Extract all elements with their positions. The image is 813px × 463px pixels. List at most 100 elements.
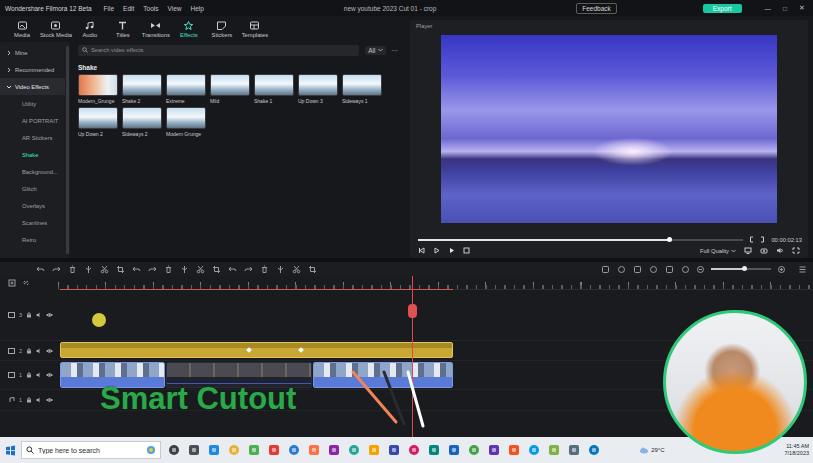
taskbar-app-icon[interactable] bbox=[488, 444, 500, 456]
effect-card[interactable]: Shake 2 bbox=[122, 74, 162, 104]
reverse-icon[interactable] bbox=[148, 265, 157, 274]
effect-card[interactable]: Sideways 2 bbox=[122, 107, 162, 137]
snap-icon[interactable] bbox=[665, 265, 674, 274]
redo-icon[interactable] bbox=[52, 265, 61, 274]
zoom-out-icon[interactable] bbox=[697, 266, 704, 273]
sidebar-item[interactable]: Mine bbox=[0, 44, 65, 61]
silence-icon[interactable] bbox=[292, 265, 301, 274]
motion-icon[interactable] bbox=[244, 265, 253, 274]
audio-toggle-icon[interactable] bbox=[36, 312, 42, 318]
taskbar-app-icon[interactable] bbox=[288, 444, 300, 456]
menu-item[interactable]: File bbox=[104, 5, 114, 12]
eye-icon[interactable] bbox=[46, 372, 53, 378]
fullscreen-icon[interactable] bbox=[792, 247, 800, 254]
taskbar-app-icon[interactable] bbox=[568, 444, 580, 456]
lock-icon[interactable] bbox=[26, 348, 32, 354]
taskbar-app-icon[interactable] bbox=[248, 444, 260, 456]
split-icon[interactable] bbox=[84, 265, 93, 274]
toolbar-tab[interactable]: Audio bbox=[74, 21, 106, 38]
mask-icon[interactable] bbox=[228, 265, 237, 274]
cut-icon[interactable] bbox=[100, 265, 109, 274]
audio-toggle-icon[interactable] bbox=[36, 397, 42, 403]
playhead-handle[interactable] bbox=[408, 304, 417, 318]
voiceover-icon[interactable] bbox=[633, 265, 642, 274]
taskbar-app-icon[interactable] bbox=[388, 444, 400, 456]
sidebar-item[interactable]: AR Stickers bbox=[0, 129, 65, 146]
eye-icon[interactable] bbox=[46, 397, 53, 403]
lock-icon[interactable] bbox=[26, 372, 32, 378]
text-icon[interactable] bbox=[308, 265, 317, 274]
audio-toggle-icon[interactable] bbox=[36, 348, 42, 354]
taskbar-app-icon[interactable] bbox=[428, 444, 440, 456]
taskbar-app-icon[interactable] bbox=[468, 444, 480, 456]
taskbar-search[interactable] bbox=[21, 441, 161, 459]
menu-item[interactable]: View bbox=[167, 5, 181, 12]
toolbar-tab[interactable]: Transitions bbox=[140, 21, 172, 38]
effect-card[interactable]: Up Down 3 bbox=[298, 74, 338, 104]
quality-dropdown[interactable]: Full Quality bbox=[700, 248, 736, 254]
taskbar-app-icon[interactable] bbox=[548, 444, 560, 456]
sidebar-item[interactable]: Utility bbox=[0, 95, 65, 112]
zoom-handle[interactable] bbox=[742, 266, 747, 271]
window-control[interactable]: □ bbox=[780, 5, 790, 12]
effect-card[interactable]: Shake 1 bbox=[254, 74, 294, 104]
sidebar-item[interactable]: Recommended bbox=[0, 61, 65, 78]
chevron-right-icon[interactable] bbox=[6, 67, 12, 73]
playhead[interactable] bbox=[412, 276, 413, 437]
sidebar-item[interactable]: Background... bbox=[0, 163, 65, 180]
lock-icon[interactable] bbox=[26, 312, 32, 318]
taskbar-search-input[interactable] bbox=[38, 447, 142, 454]
taskbar-app-icon[interactable] bbox=[228, 444, 240, 456]
sidebar-item[interactable]: Scanlines bbox=[0, 214, 65, 231]
effect-card[interactable]: Up Down 2 bbox=[78, 107, 118, 137]
toolbar-tab[interactable]: Effects bbox=[173, 21, 205, 38]
snapshot-icon[interactable] bbox=[760, 247, 768, 254]
menu-item[interactable]: Help bbox=[190, 5, 203, 12]
weather-widget[interactable]: 29°C bbox=[639, 446, 664, 454]
audio-toggle-icon[interactable] bbox=[36, 372, 42, 378]
volume-icon[interactable] bbox=[776, 247, 784, 254]
display-icon[interactable] bbox=[744, 247, 752, 254]
progress-handle[interactable] bbox=[667, 237, 672, 242]
time-ruler[interactable] bbox=[58, 276, 813, 290]
sidebar-item[interactable]: Glitch bbox=[0, 180, 65, 197]
stabilize-icon[interactable] bbox=[212, 265, 221, 274]
toolbar-tab[interactable]: Templates bbox=[239, 21, 271, 38]
taskbar-app-icon[interactable] bbox=[348, 444, 360, 456]
taskbar-app-icon[interactable] bbox=[308, 444, 320, 456]
undo-icon[interactable] bbox=[36, 265, 45, 274]
ai-cutout-icon[interactable] bbox=[649, 265, 658, 274]
zoom-in-icon[interactable] bbox=[778, 266, 785, 273]
sidebar-item[interactable]: Overlays bbox=[0, 197, 65, 214]
zoom-slider[interactable] bbox=[711, 268, 771, 270]
search-input[interactable] bbox=[91, 47, 355, 53]
add-track-icon[interactable] bbox=[8, 279, 16, 287]
effect-clip[interactable] bbox=[60, 342, 453, 358]
sidebar-item[interactable]: Shake bbox=[0, 146, 65, 163]
taskbar-app-icon[interactable] bbox=[208, 444, 220, 456]
keyframe-icon[interactable] bbox=[260, 265, 269, 274]
more-button[interactable]: ··· bbox=[392, 47, 403, 54]
video-clip[interactable] bbox=[313, 362, 453, 388]
effect-card[interactable]: Modern_Grunge bbox=[78, 74, 118, 104]
eye-icon[interactable] bbox=[46, 348, 53, 354]
link-icon[interactable] bbox=[22, 279, 30, 287]
playback-progress[interactable] bbox=[418, 239, 743, 241]
play-icon[interactable] bbox=[448, 247, 455, 254]
marker-icon[interactable] bbox=[617, 265, 626, 274]
filter-dropdown[interactable]: All bbox=[365, 46, 385, 55]
sidebar-item[interactable]: AI PORTRAIT bbox=[0, 112, 65, 129]
taskbar-app-icon[interactable] bbox=[528, 444, 540, 456]
play-back-icon[interactable] bbox=[433, 247, 440, 254]
menu-item[interactable]: Tools bbox=[143, 5, 158, 12]
effect-card[interactable]: Extreme bbox=[166, 74, 206, 104]
mark-out-icon[interactable] bbox=[760, 236, 765, 243]
sidebar-scrollbar[interactable] bbox=[66, 46, 69, 254]
color-icon[interactable] bbox=[180, 265, 189, 274]
sidebar-item[interactable]: Retro bbox=[0, 231, 65, 248]
taskbar-app-icon[interactable] bbox=[268, 444, 280, 456]
audio-detach-icon[interactable] bbox=[196, 265, 205, 274]
clock[interactable]: 11:45 AM7/18/2023 bbox=[785, 443, 809, 456]
export-button[interactable]: Export bbox=[703, 4, 742, 13]
toolbar-tab[interactable]: Stickers bbox=[206, 21, 238, 38]
